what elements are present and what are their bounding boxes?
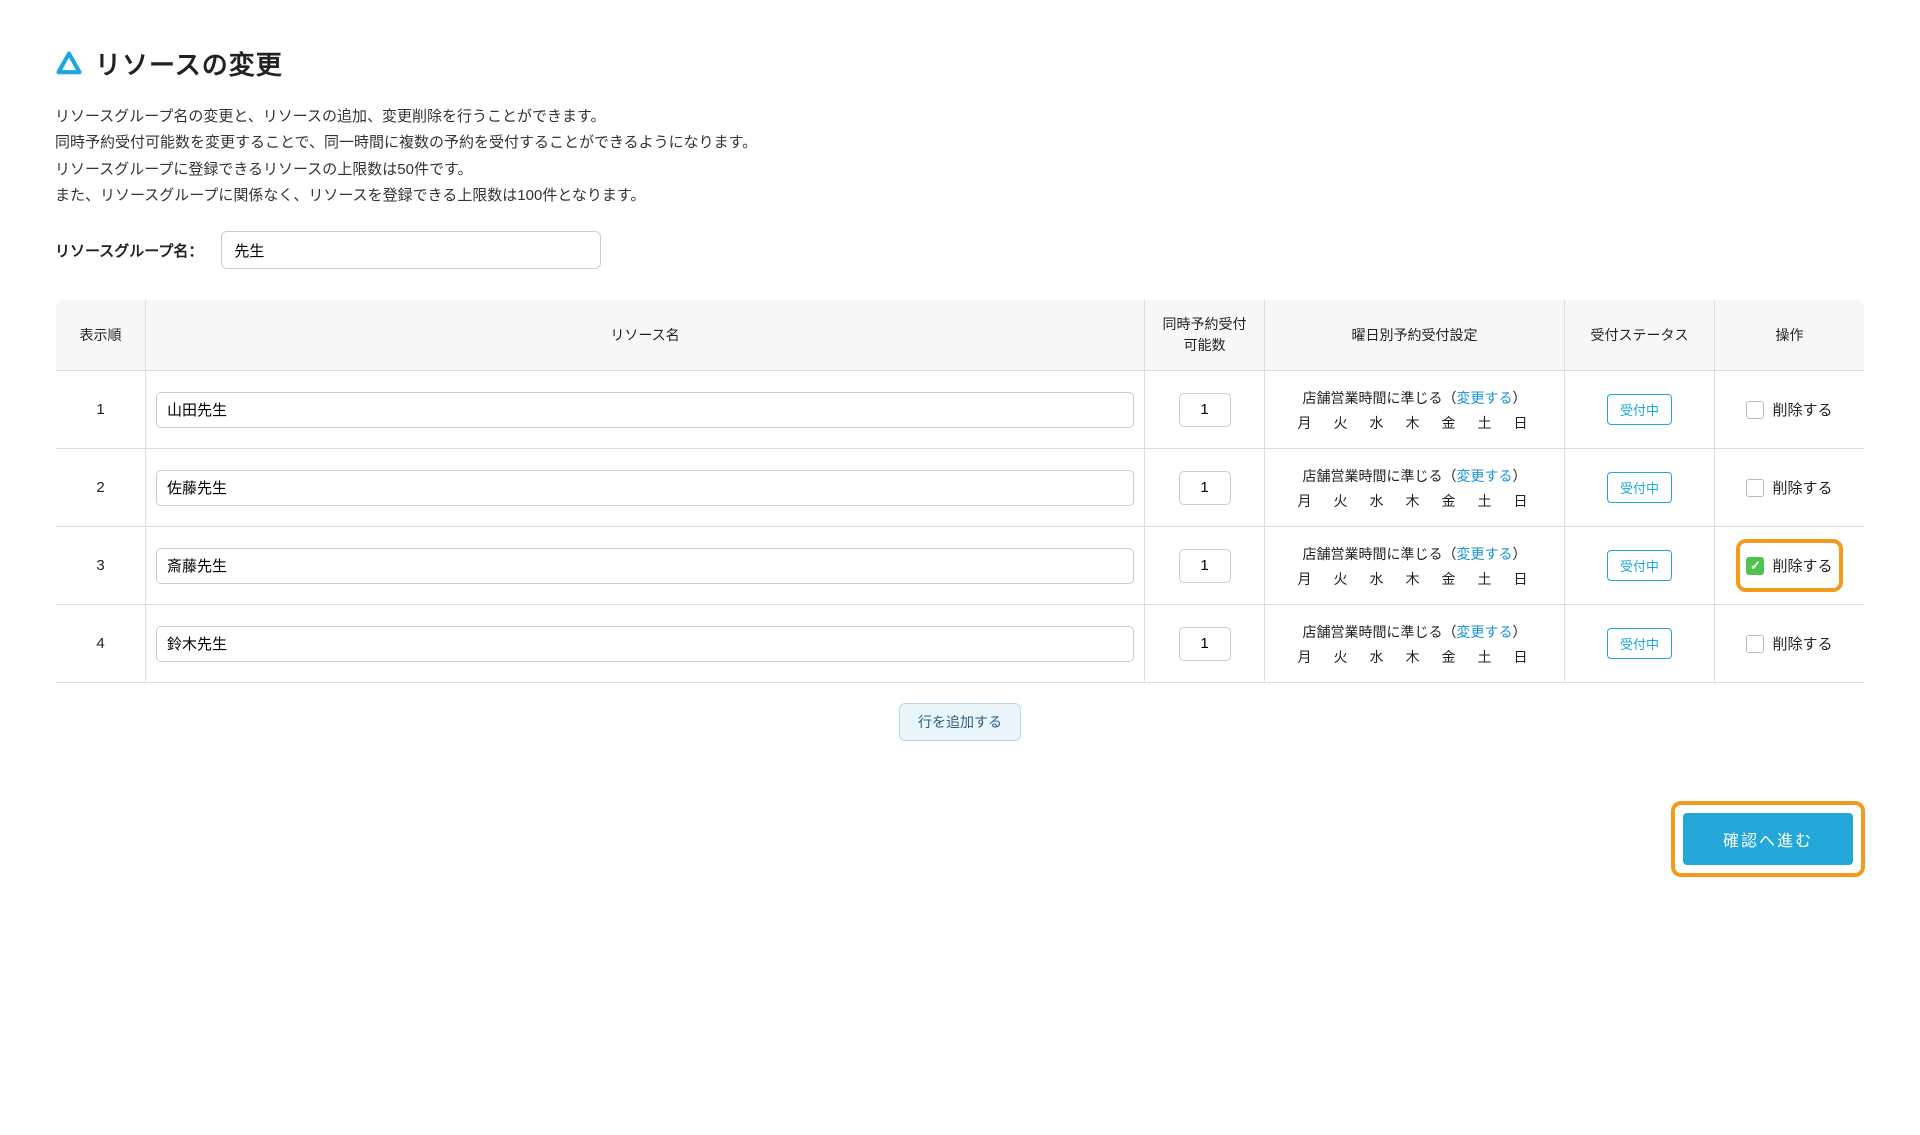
resource-name-input[interactable] bbox=[156, 470, 1134, 506]
capacity-input[interactable] bbox=[1179, 549, 1231, 583]
delete-label: 削除する bbox=[1772, 633, 1832, 654]
th-capacity: 同時予約受付 可能数 bbox=[1145, 300, 1265, 371]
cell-status: 受付中 bbox=[1565, 371, 1715, 449]
delete-checkbox[interactable] bbox=[1746, 635, 1764, 653]
confirm-highlight: 確認へ進む bbox=[1671, 801, 1865, 877]
cell-order: 2 bbox=[56, 449, 146, 527]
cell-schedule: 店舗営業時間に準じる（変更する）月 火 水 木 金 土 日 bbox=[1265, 371, 1565, 449]
change-schedule-link[interactable]: 変更する bbox=[1457, 624, 1513, 640]
cell-status: 受付中 bbox=[1565, 605, 1715, 683]
delete-highlight: 削除する bbox=[1736, 539, 1842, 592]
delete-label: 削除する bbox=[1772, 555, 1832, 576]
capacity-input[interactable] bbox=[1179, 393, 1231, 427]
page-title: リソースの変更 bbox=[95, 45, 283, 82]
cell-action: 削除する bbox=[1715, 449, 1865, 527]
cell-name bbox=[146, 449, 1145, 527]
th-status: 受付ステータス bbox=[1565, 300, 1715, 371]
table-row: 4 店舗営業時間に準じる（変更する）月 火 水 木 金 土 日 受付中 削除する bbox=[56, 605, 1865, 683]
capacity-input[interactable] bbox=[1179, 627, 1231, 661]
cell-capacity bbox=[1145, 449, 1265, 527]
change-schedule-link[interactable]: 変更する bbox=[1457, 546, 1513, 562]
delete-cell: 削除する bbox=[1725, 461, 1854, 514]
delete-cell: 削除する bbox=[1725, 383, 1854, 436]
delete-label: 削除する bbox=[1772, 399, 1832, 420]
table-row: 3 店舗営業時間に準じる（変更する）月 火 水 木 金 土 日 受付中 削除する bbox=[56, 527, 1865, 605]
delete-checkbox[interactable] bbox=[1746, 479, 1764, 497]
desc-line: リソースグループに登録できるリソースの上限数は50件です。 bbox=[55, 157, 1865, 183]
cell-action: 削除する bbox=[1715, 371, 1865, 449]
delete-checkbox[interactable] bbox=[1746, 401, 1764, 419]
delete-label: 削除する bbox=[1772, 477, 1832, 498]
th-action: 操作 bbox=[1715, 300, 1865, 371]
cell-name bbox=[146, 527, 1145, 605]
resource-name-input[interactable] bbox=[156, 392, 1134, 428]
table-row: 2 店舗営業時間に準じる（変更する）月 火 水 木 金 土 日 受付中 削除する bbox=[56, 449, 1865, 527]
desc-line: リソースグループ名の変更と、リソースの追加、変更削除を行うことができます。 bbox=[55, 104, 1865, 130]
status-badge: 受付中 bbox=[1607, 472, 1672, 503]
add-row-cell: 行を追加する bbox=[56, 683, 1865, 761]
status-badge: 受付中 bbox=[1607, 628, 1672, 659]
status-badge: 受付中 bbox=[1607, 550, 1672, 581]
th-schedule: 曜日別予約受付設定 bbox=[1265, 300, 1565, 371]
triangle-icon bbox=[55, 50, 83, 78]
page-title-row: リソースの変更 bbox=[55, 45, 1865, 82]
change-schedule-link[interactable]: 変更する bbox=[1457, 468, 1513, 484]
table-row: 1 店舗営業時間に準じる（変更する）月 火 水 木 金 土 日 受付中 削除する bbox=[56, 371, 1865, 449]
th-name: リソース名 bbox=[146, 300, 1145, 371]
cell-order: 3 bbox=[56, 527, 146, 605]
change-schedule-link[interactable]: 変更する bbox=[1457, 390, 1513, 406]
desc-line: 同時予約受付可能数を変更することで、同一時間に複数の予約を受付することができるよ… bbox=[55, 130, 1865, 156]
cell-capacity bbox=[1145, 605, 1265, 683]
cell-name bbox=[146, 371, 1145, 449]
cell-schedule: 店舗営業時間に準じる（変更する）月 火 水 木 金 土 日 bbox=[1265, 527, 1565, 605]
delete-cell: 削除する bbox=[1725, 617, 1854, 670]
cell-name bbox=[146, 605, 1145, 683]
cell-order: 1 bbox=[56, 371, 146, 449]
resource-name-input[interactable] bbox=[156, 548, 1134, 584]
group-name-input[interactable] bbox=[221, 231, 601, 269]
confirm-button[interactable]: 確認へ進む bbox=[1683, 813, 1853, 865]
add-row-button[interactable]: 行を追加する bbox=[899, 703, 1021, 741]
group-name-row: リソースグループ名： bbox=[55, 231, 1865, 269]
day-list: 月 火 水 木 金 土 日 bbox=[1275, 569, 1554, 589]
confirm-wrap: 確認へ進む bbox=[55, 801, 1865, 877]
cell-capacity bbox=[1145, 371, 1265, 449]
cell-schedule: 店舗営業時間に準じる（変更する）月 火 水 木 金 土 日 bbox=[1265, 605, 1565, 683]
day-list: 月 火 水 木 金 土 日 bbox=[1275, 413, 1554, 433]
status-badge: 受付中 bbox=[1607, 394, 1672, 425]
resource-name-input[interactable] bbox=[156, 626, 1134, 662]
delete-checkbox[interactable] bbox=[1746, 557, 1764, 575]
th-order: 表示順 bbox=[56, 300, 146, 371]
cell-action: 削除する bbox=[1715, 527, 1865, 605]
cell-action: 削除する bbox=[1715, 605, 1865, 683]
capacity-input[interactable] bbox=[1179, 471, 1231, 505]
cell-capacity bbox=[1145, 527, 1265, 605]
page-description: リソースグループ名の変更と、リソースの追加、変更削除を行うことができます。 同時… bbox=[55, 104, 1865, 209]
cell-schedule: 店舗営業時間に準じる（変更する）月 火 水 木 金 土 日 bbox=[1265, 449, 1565, 527]
desc-line: また、リソースグループに関係なく、リソースを登録できる上限数は100件となります… bbox=[55, 183, 1865, 209]
day-list: 月 火 水 木 金 土 日 bbox=[1275, 491, 1554, 511]
resource-table: 表示順 リソース名 同時予約受付 可能数 曜日別予約受付設定 受付ステータス 操… bbox=[55, 299, 1865, 761]
group-name-label: リソースグループ名： bbox=[55, 240, 203, 261]
day-list: 月 火 水 木 金 土 日 bbox=[1275, 647, 1554, 667]
cell-status: 受付中 bbox=[1565, 527, 1715, 605]
cell-status: 受付中 bbox=[1565, 449, 1715, 527]
cell-order: 4 bbox=[56, 605, 146, 683]
